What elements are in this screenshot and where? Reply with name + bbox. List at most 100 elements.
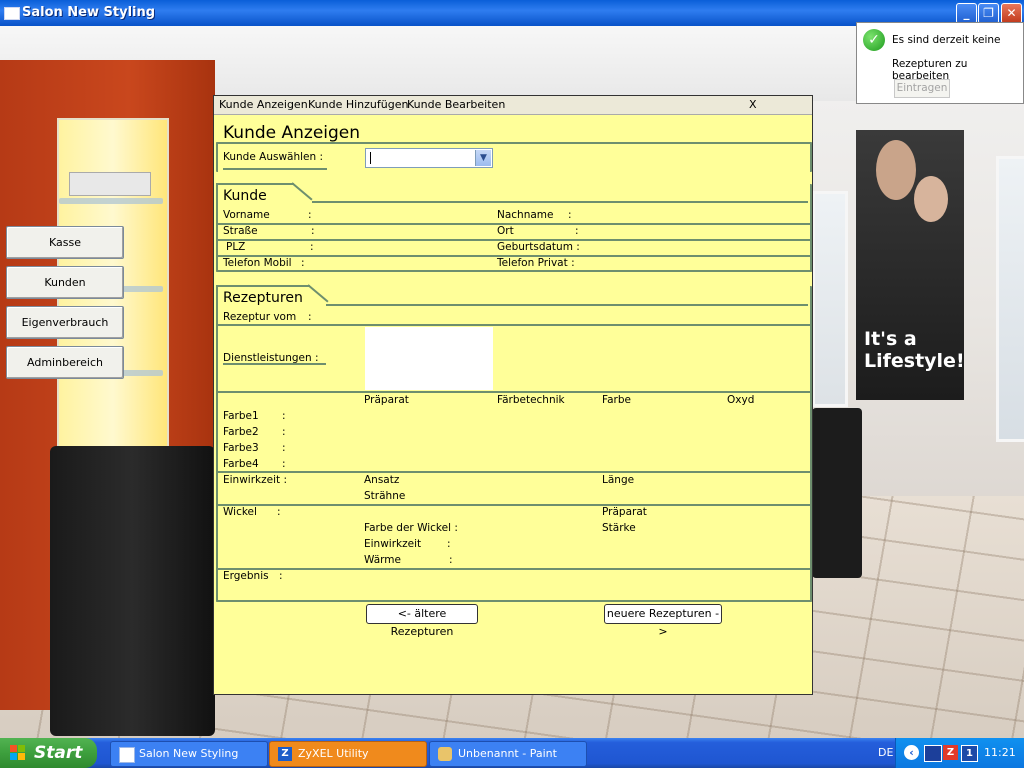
eigenverbrauch-button[interactable]: Eigenverbrauch [6,306,124,339]
wickel-einwirkzeit-label: Einwirkzeit [364,538,422,550]
zyxel-tray-icon[interactable]: Z [943,745,958,760]
tray-app-icon[interactable]: 1 [961,745,978,762]
tab-line [312,201,808,203]
glass-shelf [59,198,163,204]
form-menu-bar: Kunde Anzeigen Kunde Hinzufügen Kunde Be… [214,96,812,115]
waerme-label: Wärme [364,554,401,566]
menu-kunde-anzeigen[interactable]: Kunde Anzeigen [219,98,308,111]
colon: : [575,225,579,237]
window [996,156,1024,442]
taskbar: Start Salon New Styling Z ZyXEL Utility … [0,738,1024,768]
row-line [216,471,810,473]
chevron-left-icon[interactable]: ‹ [904,745,919,760]
kasse-button[interactable]: Kasse [6,226,124,259]
wickel-praeparat-label: Präparat [602,506,647,518]
poster-model [876,140,916,200]
staerke-label: Stärke [602,522,636,534]
colon: : [282,426,286,438]
chevron-down-icon[interactable]: ▼ [475,150,491,166]
notification-panel: ✓ Es sind derzeit keine Rezepturen zu be… [856,22,1024,104]
kunde-auswaehlen-label: Kunde Auswählen : [223,151,324,163]
kunden-button[interactable]: Kunden [6,266,124,299]
farbe3-label: Farbe3 [223,442,259,454]
nachname-label: Nachname [497,209,554,221]
tab-line [326,304,808,306]
newer-rezepturen-button[interactable]: neuere Rezepturen -> [604,604,722,638]
eintragen-button[interactable]: Eintragen [894,79,950,98]
colon: : [277,506,281,518]
farbe4-label: Farbe4 [223,458,259,470]
kunde-select[interactable]: ▼ [365,148,493,168]
colon: : [568,209,572,221]
telefon-privat-label: Telefon Privat : [497,257,575,269]
app-icon [4,7,20,20]
row-line [216,568,810,570]
colon: : [449,554,453,566]
kunde-section-title: Kunde [223,188,267,204]
task-salon-new-styling[interactable]: Salon New Styling [110,741,268,767]
laenge-label: Länge [602,474,635,486]
lifestyle-poster: It's a Lifestyle! [856,130,965,400]
strasse-label: Straße [223,225,258,237]
farbe-der-wickel-label: Farbe der Wickel : [364,522,458,534]
product-box [69,172,151,196]
close-button[interactable]: ✕ [1001,3,1022,24]
notification-text: Es sind derzeit keine [892,34,1001,46]
text-caret [370,152,371,164]
lit-shelf-niche [57,118,169,482]
tab-line [216,285,310,287]
window-icon [119,747,135,763]
telefon-mobil-label: Telefon Mobil [223,257,292,269]
poster-text: It's a Lifestyle! [864,328,965,372]
windows-logo-icon [10,745,25,760]
zyxel-icon: Z [278,747,292,761]
rezeptur-vom-label: Rezeptur vom [223,311,297,323]
colon: : [282,410,286,422]
row-line [216,324,810,326]
system-tray: ‹ Z 1 11:21 [895,738,1024,768]
colon: : [311,225,315,237]
restore-button[interactable]: ❐ [978,3,999,24]
black-cabinet [50,446,215,736]
older-rezepturen-button[interactable]: <- ältere Rezepturen [366,604,478,638]
window [812,191,848,407]
paint-icon [438,747,452,761]
clock[interactable]: 11:21 [984,746,1016,759]
rezepturen-section-title: Rezepturen [223,290,303,306]
rezepturen-section-frame [216,286,812,602]
window-title: Salon New Styling [22,5,156,20]
minimize-button[interactable]: _ [956,3,977,24]
form-close-button[interactable]: X [749,98,757,111]
row-line [216,504,810,506]
kunde-form: Kunde Anzeigen Kunde Hinzufügen Kunde Be… [213,95,813,695]
underline [223,363,326,365]
poster-model [914,176,948,222]
plz-label: PLZ [226,241,246,253]
start-button[interactable]: Start [0,738,97,768]
tab-line [216,183,294,185]
dienstleistungen-list[interactable] [365,327,493,390]
ansatz-label: Ansatz [364,474,400,486]
network-icon[interactable] [924,745,942,762]
vorname-label: Vorname [223,209,270,221]
colon: : [308,311,312,323]
colon: : [447,538,451,550]
colon: : [282,442,286,454]
einwirkzeit-label: Einwirkzeit : [223,474,287,486]
task-paint[interactable]: Unbenannt - Paint [429,741,587,767]
check-icon: ✓ [863,29,885,51]
salon-chair [812,408,862,578]
ort-label: Ort [497,225,514,237]
colon: : [310,241,314,253]
colon: : [301,257,305,269]
underline [223,168,327,170]
task-zyxel-utility[interactable]: Z ZyXEL Utility [269,741,427,767]
farbe1-label: Farbe1 [223,410,259,422]
menu-kunde-hinzufuegen[interactable]: Kunde Hinzufügen [308,98,408,111]
colon: : [282,458,286,470]
menu-kunde-bearbeiten[interactable]: Kunde Bearbeiten [407,98,505,111]
oxyd-header: Oxyd [727,394,755,406]
adminbereich-button[interactable]: Adminbereich [6,346,124,379]
wickel-label: Wickel [223,506,257,518]
language-indicator[interactable]: DE [878,746,893,759]
